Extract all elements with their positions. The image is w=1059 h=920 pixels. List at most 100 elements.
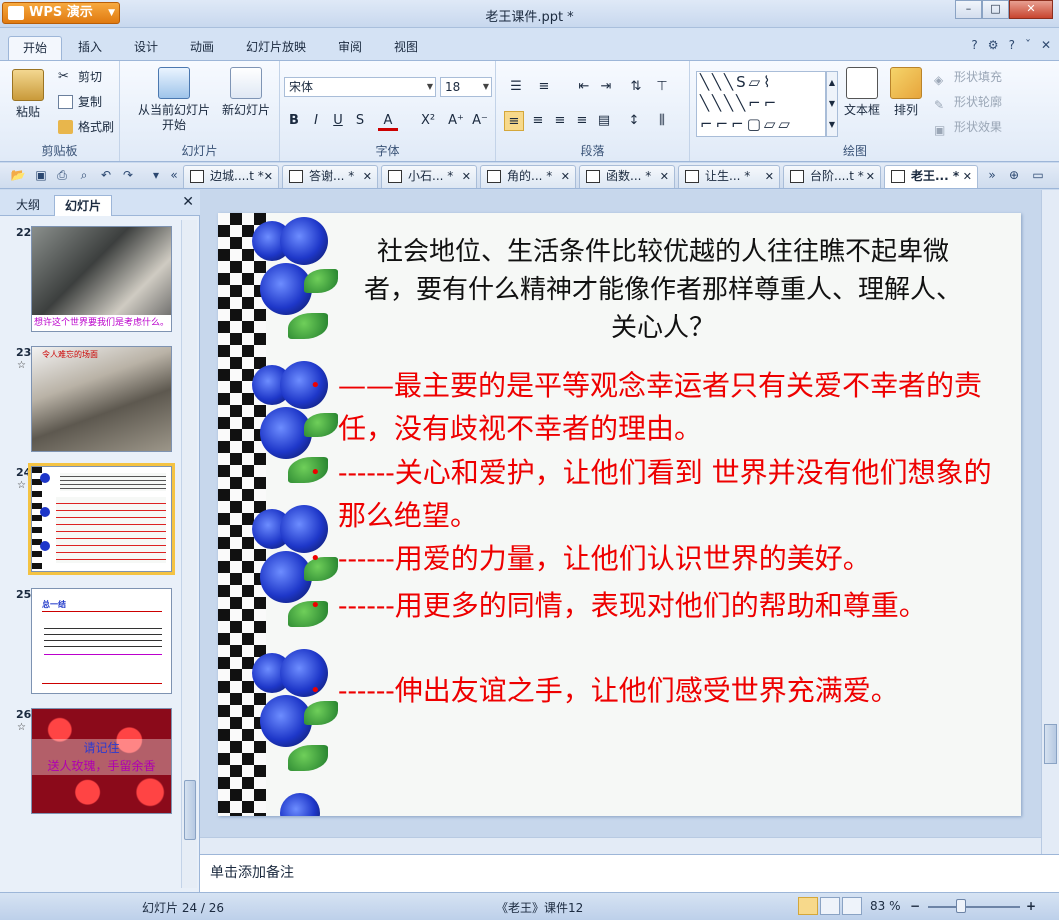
slide-horizontal-scrollbar[interactable] xyxy=(200,837,1041,854)
tab-review[interactable]: 审阅 xyxy=(324,36,376,60)
close-tab-icon[interactable]: ✕ xyxy=(264,166,273,187)
minimize-button[interactable]: – xyxy=(955,0,982,19)
zoom-in-button[interactable]: + xyxy=(1026,899,1036,913)
font-name-select[interactable]: 宋体 ▼ xyxy=(284,77,436,97)
slide-thumbnail-23[interactable]: 令人难忘的场面 xyxy=(31,346,172,452)
slide-thumbnail-25[interactable]: 总一结 xyxy=(31,588,172,694)
play-from-current-button[interactable]: 从当前幻灯片 开始 xyxy=(126,67,222,133)
superscript-button[interactable]: X² xyxy=(418,111,438,131)
print-preview-icon[interactable]: ⌕ xyxy=(76,167,92,183)
tab-animation[interactable]: 动画 xyxy=(176,36,228,60)
zoom-out-button[interactable]: − xyxy=(910,899,920,913)
bullet-item[interactable]: • ------关心和爱护，让他们看到 世界并没有他们想象的那么绝望。 xyxy=(310,451,1008,537)
settings-icon[interactable]: ⚙ xyxy=(988,38,999,52)
grow-font-button[interactable]: A⁺ xyxy=(446,111,466,131)
bullets-icon[interactable]: ☰ xyxy=(506,77,526,97)
bullet-item[interactable]: • ------用更多的同情，表现对他们的帮助和尊重。 xyxy=(310,584,1008,627)
tab-slideshow[interactable]: 幻灯片放映 xyxy=(232,36,320,60)
doc-tab-active[interactable]: 老王... * ✕ xyxy=(884,165,978,188)
tab-outline[interactable]: 大纲 xyxy=(6,195,50,216)
thumbnail-scrollbar[interactable] xyxy=(181,220,197,888)
columns-icon[interactable]: ⫼ xyxy=(652,111,672,131)
redo-icon[interactable]: ↷ xyxy=(120,167,136,183)
zoom-slider[interactable] xyxy=(928,906,1020,908)
slide-thumbnail-24-selected[interactable] xyxy=(28,463,175,575)
paste-button[interactable]: 粘贴 xyxy=(8,69,48,120)
open-folder-icon[interactable]: 📂 xyxy=(10,167,26,183)
slideshow-view-button[interactable] xyxy=(842,897,862,915)
font-color-button[interactable]: A xyxy=(378,111,398,131)
increase-indent-icon[interactable]: ⇥ xyxy=(596,77,616,97)
shrink-font-button[interactable]: A⁻ xyxy=(470,111,490,131)
close-tab-icon[interactable]: ✕ xyxy=(561,166,570,187)
shapes-gallery-scroll[interactable]: ▲ ▼ ▼ xyxy=(826,71,838,137)
bold-button[interactable]: B xyxy=(284,111,304,131)
slide-title[interactable]: 社会地位、生活条件比较优越的人往往瞧不起卑微者，要有什么精神才能像作者那样尊重人… xyxy=(358,233,968,347)
tab-view[interactable]: 视图 xyxy=(380,36,432,60)
new-tab-icon[interactable]: ⊕ xyxy=(1006,167,1022,183)
zoom-slider-handle[interactable] xyxy=(956,899,966,913)
slide-thumbnail-22[interactable]: 想许这个世界要我们是考虑什么。 xyxy=(31,226,172,332)
tabs-scroll-left-icon[interactable]: « xyxy=(166,167,182,183)
help-icon[interactable]: ? xyxy=(971,38,977,52)
bullet-item[interactable]: • ------伸出友谊之手，让他们感受世界充满爱。 xyxy=(310,669,1008,712)
doc-tab[interactable]: 小石... * ✕ xyxy=(381,165,477,188)
format-painter-button[interactable]: 格式刷 xyxy=(58,117,114,137)
shadow-button[interactable]: S xyxy=(350,111,370,131)
tab-slides[interactable]: 幻灯片 xyxy=(54,195,113,216)
doc-tab[interactable]: 边城....t * ✕ xyxy=(183,165,279,188)
scroll-thumb[interactable] xyxy=(184,780,196,840)
align-text-icon[interactable]: ⊤ xyxy=(652,77,672,97)
underline-button[interactable]: U xyxy=(328,111,348,131)
notes-pane[interactable]: 单击添加备注 xyxy=(200,854,1059,892)
numbering-icon[interactable]: ≡ xyxy=(534,77,554,97)
doc-tab[interactable]: 台阶....t * ✕ xyxy=(783,165,881,188)
current-slide[interactable]: 社会地位、生活条件比较优越的人往往瞧不起卑微者，要有什么精神才能像作者那样尊重人… xyxy=(218,213,1021,816)
align-right-icon[interactable]: ≡ xyxy=(550,111,570,131)
bullet-item[interactable]: • ------用爱的力量，让他们认识世界的美好。 xyxy=(310,537,1008,580)
textbox-button[interactable]: 文本框 xyxy=(842,67,882,118)
new-slide-button[interactable]: 新幻灯片 xyxy=(220,67,272,118)
doc-tab[interactable]: 函数... * ✕ xyxy=(579,165,675,188)
distribute-icon[interactable]: ▤ xyxy=(594,111,614,131)
arrange-button[interactable]: 排列 xyxy=(886,67,926,118)
italic-button[interactable]: I xyxy=(306,111,326,131)
slide-vertical-scrollbar[interactable] xyxy=(1041,190,1059,854)
normal-view-button[interactable] xyxy=(798,897,818,915)
shape-outline-button[interactable]: ✎ 形状轮廓 xyxy=(934,92,1002,112)
close-tab-icon[interactable]: ✕ xyxy=(363,166,372,187)
close-button[interactable]: ✕ xyxy=(1009,0,1053,19)
close-tab-icon[interactable]: ✕ xyxy=(462,166,471,187)
tab-list-icon[interactable]: ▭ xyxy=(1030,167,1046,183)
slide-thumbnail-26[interactable]: 请记住 送人玫瑰，手留余香 xyxy=(31,708,172,814)
ribbon-close-icon[interactable]: ✕ xyxy=(1041,38,1051,52)
print-icon[interactable]: ⎙ xyxy=(54,167,70,183)
slide-sorter-view-button[interactable] xyxy=(820,897,840,915)
close-tab-icon[interactable]: ✕ xyxy=(963,166,972,187)
shape-fill-button[interactable]: ◈ 形状填充 xyxy=(934,67,1002,87)
tab-insert[interactable]: 插入 xyxy=(64,36,116,60)
undo-icon[interactable]: ↶ xyxy=(98,167,114,183)
customize-toolbar-icon[interactable]: ▾ xyxy=(148,167,164,183)
question-icon[interactable]: ? xyxy=(1009,38,1015,52)
tab-design[interactable]: 设计 xyxy=(120,36,172,60)
collapse-ribbon-icon[interactable]: ˇ xyxy=(1025,38,1031,52)
doc-tab[interactable]: 角的... * ✕ xyxy=(480,165,576,188)
panel-close-icon[interactable]: ✕ xyxy=(182,194,194,210)
font-size-select[interactable]: 18 ▼ xyxy=(440,77,492,97)
justify-icon[interactable]: ≡ xyxy=(572,111,592,131)
copy-button[interactable]: 复制 xyxy=(58,92,102,112)
save-icon[interactable]: ▣ xyxy=(33,167,49,183)
doc-tab[interactable]: 答谢... * ✕ xyxy=(282,165,378,188)
bullet-item[interactable]: • ——最主要的是平等观念幸运者只有关爱不幸者的责任，没有歧视不幸者的理由。 xyxy=(310,364,1008,450)
scroll-thumb[interactable] xyxy=(1044,724,1057,764)
text-direction-icon[interactable]: ⇅ xyxy=(626,77,646,97)
shapes-gallery[interactable]: ╲╲╲S▱⌇ ╲╲╲╲⌐⌐ ⌐⌐⌐▢▱▱ xyxy=(696,71,826,137)
line-spacing-icon[interactable]: ↕ xyxy=(624,111,644,131)
close-tab-icon[interactable]: ✕ xyxy=(660,166,669,187)
doc-tab[interactable]: 让生... * ✕ xyxy=(678,165,780,188)
align-center-icon[interactable]: ≡ xyxy=(528,111,548,131)
align-left-icon[interactable]: ≡ xyxy=(504,111,524,131)
close-tab-icon[interactable]: ✕ xyxy=(765,166,774,187)
tabs-scroll-right-icon[interactable]: » xyxy=(984,167,1000,183)
